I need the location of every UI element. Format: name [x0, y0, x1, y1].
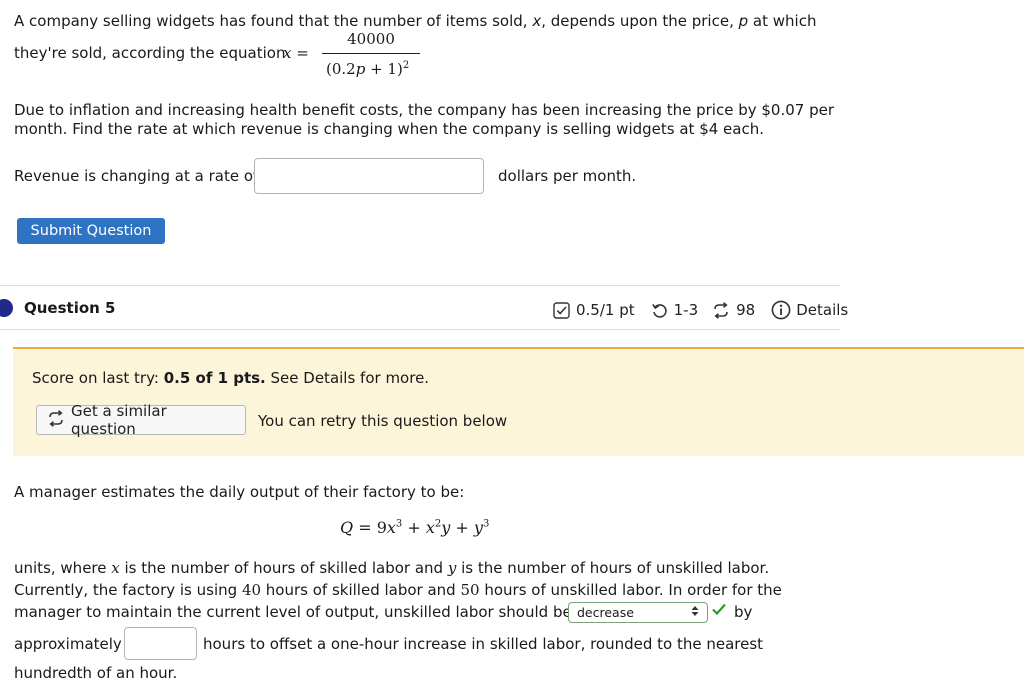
- score-last-try: Score on last try: 0.5 of 1 pts. See Det…: [32, 369, 429, 387]
- similar-cycle-icon: [47, 409, 65, 431]
- q4-fraction-bar: [322, 53, 420, 54]
- labor-direction-select[interactable]: decrease: [568, 602, 708, 623]
- question-header-bottom-divider: [0, 329, 840, 330]
- q4-equation-lhs: x =: [283, 44, 309, 62]
- retries-text: 98: [736, 301, 756, 319]
- score-last-try-value: 0.5 of 1 pts.: [163, 369, 266, 387]
- q5-equation: Q = 9x3 + x2y + y3: [340, 518, 490, 537]
- q5-line4-prefix: approximately: [14, 635, 122, 653]
- q5-line5: hundredth of an hour.: [14, 664, 178, 682]
- q4-answer-suffix: dollars per month.: [498, 167, 637, 185]
- question-5-title: Question 5: [24, 299, 116, 317]
- q5-line3-prefix: manager to maintain the current level of…: [14, 603, 572, 621]
- q5-line2: Currently, the factory is using 40 hours…: [14, 581, 782, 599]
- q5-line3-suffix: by: [734, 603, 753, 621]
- question-status-dot: [0, 299, 13, 317]
- retry-text: You can retry this question below: [258, 412, 508, 430]
- similar-question-button[interactable]: Get a similar question: [36, 402, 246, 438]
- score-last-try-prefix: Score on last try:: [32, 369, 164, 387]
- q4-denominator-exponent: 2: [402, 60, 410, 71]
- retries-cycle-icon: [712, 301, 730, 319]
- q4-intro-line2: they're sold, according the equation: [14, 44, 286, 62]
- attempts-undo-icon: [651, 302, 668, 319]
- q5-line4-suffix: hours to offset a one-hour increase in s…: [203, 635, 764, 653]
- details-link[interactable]: Details: [771, 300, 848, 320]
- score-last-try-suffix: See Details for more.: [265, 369, 430, 387]
- score-text: 0.5/1 pt: [576, 301, 635, 319]
- attempts-text: 1-3: [673, 301, 699, 319]
- info-icon: [771, 300, 791, 320]
- q4-intro-line1: A company selling widgets has found that…: [14, 12, 817, 30]
- score-check-icon: [553, 301, 570, 319]
- details-label: Details: [796, 301, 849, 319]
- similar-question-label: Get a similar question: [71, 402, 167, 438]
- question-meta: 0.5/1 pt 1-3 98 Details: [553, 300, 848, 320]
- q5-intro: A manager estimates the daily output of …: [14, 483, 465, 501]
- q4-answer-input[interactable]: [254, 158, 484, 194]
- q4-fraction-denominator: (0.2p + 1)2: [326, 60, 410, 78]
- correct-check-icon: [711, 601, 727, 621]
- q5-line1: units, where x is the number of hours of…: [14, 559, 770, 577]
- question-header-top-divider: [0, 285, 840, 286]
- select-arrows-icon: [691, 605, 699, 620]
- select-value: decrease: [577, 605, 634, 620]
- hours-input[interactable]: [124, 627, 197, 660]
- q4-answer-prefix: Revenue is changing at a rate of: [14, 167, 259, 185]
- q4-fraction-numerator: 40000: [347, 30, 395, 48]
- q4-body-line2: month. Find the rate at which revenue is…: [14, 120, 764, 138]
- q4-body-line1: Due to inflation and increasing health b…: [14, 101, 835, 119]
- submit-question-button[interactable]: Submit Question: [17, 218, 165, 244]
